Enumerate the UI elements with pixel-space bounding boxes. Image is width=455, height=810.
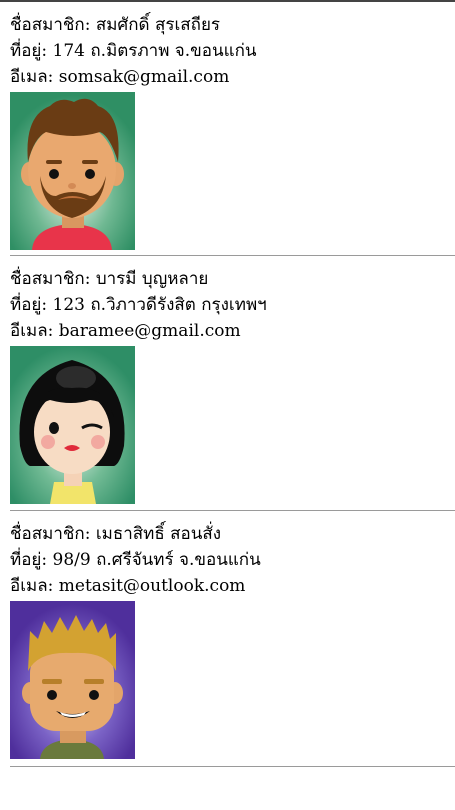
divider xyxy=(10,510,455,511)
member-address: 174 ถ.มิตรภาพ จ.ขอนแก่น xyxy=(52,41,257,61)
member-name: สมศักดิ์ สุรเสถียร xyxy=(95,15,221,35)
member-email-row: อีเมล: somsak@gmail.com xyxy=(10,64,455,90)
address-label: ที่อยู่: xyxy=(10,295,48,315)
member-name-row: ชื่อสมาชิก: บารมี บุญหลาย xyxy=(10,266,455,292)
member-email: metasit@outlook.com xyxy=(58,576,246,596)
member-address: 98/9 ถ.ศรีจันทร์ จ.ขอนแก่น xyxy=(52,550,261,570)
member-card: ชื่อสมาชิก: สมศักดิ์ สุรเสถียร ที่อยู่: … xyxy=(10,12,455,250)
member-address: 123 ถ.วิภาวดีรังสิต กรุงเทพฯ xyxy=(52,295,267,315)
divider xyxy=(10,766,455,767)
address-label: ที่อยู่: xyxy=(10,41,48,61)
member-address-row: ที่อยู่: 123 ถ.วิภาวดีรังสิต กรุงเทพฯ xyxy=(10,292,455,318)
member-name-row: ชื่อสมาชิก: สมศักดิ์ สุรเสถียร xyxy=(10,12,455,38)
name-label: ชื่อสมาชิก: xyxy=(10,15,91,35)
member-name: เมธาสิทธิ์ สอนสั่ง xyxy=(95,524,222,544)
email-label: อีเมล: xyxy=(10,321,54,341)
member-email: somsak@gmail.com xyxy=(58,67,230,87)
member-email: baramee@gmail.com xyxy=(58,321,241,341)
address-label: ที่อยู่: xyxy=(10,550,48,570)
member-card: ชื่อสมาชิก: บารมี บุญหลาย ที่อยู่: 123 ถ… xyxy=(10,266,455,504)
email-label: อีเมล: xyxy=(10,576,54,596)
member-email-row: อีเมล: metasit@outlook.com xyxy=(10,573,455,599)
name-label: ชื่อสมาชิก: xyxy=(10,524,91,544)
member-email-row: อีเมล: baramee@gmail.com xyxy=(10,318,455,344)
email-label: อีเมล: xyxy=(10,67,54,87)
member-address-row: ที่อยู่: 174 ถ.มิตรภาพ จ.ขอนแก่น xyxy=(10,38,455,64)
blond-man-avatar-icon xyxy=(10,601,135,759)
member-name: บารมี บุญหลาย xyxy=(95,269,209,289)
member-address-row: ที่อยู่: 98/9 ถ.ศรีจันทร์ จ.ขอนแก่น xyxy=(10,547,455,573)
divider xyxy=(10,255,455,256)
bearded-man-avatar-icon xyxy=(10,92,135,250)
top-border xyxy=(0,0,455,2)
member-name-row: ชื่อสมาชิก: เมธาสิทธิ์ สอนสั่ง xyxy=(10,521,455,547)
member-card: ชื่อสมาชิก: เมธาสิทธิ์ สอนสั่ง ที่อยู่: … xyxy=(10,521,455,759)
winking-woman-avatar-icon xyxy=(10,346,135,504)
name-label: ชื่อสมาชิก: xyxy=(10,269,91,289)
